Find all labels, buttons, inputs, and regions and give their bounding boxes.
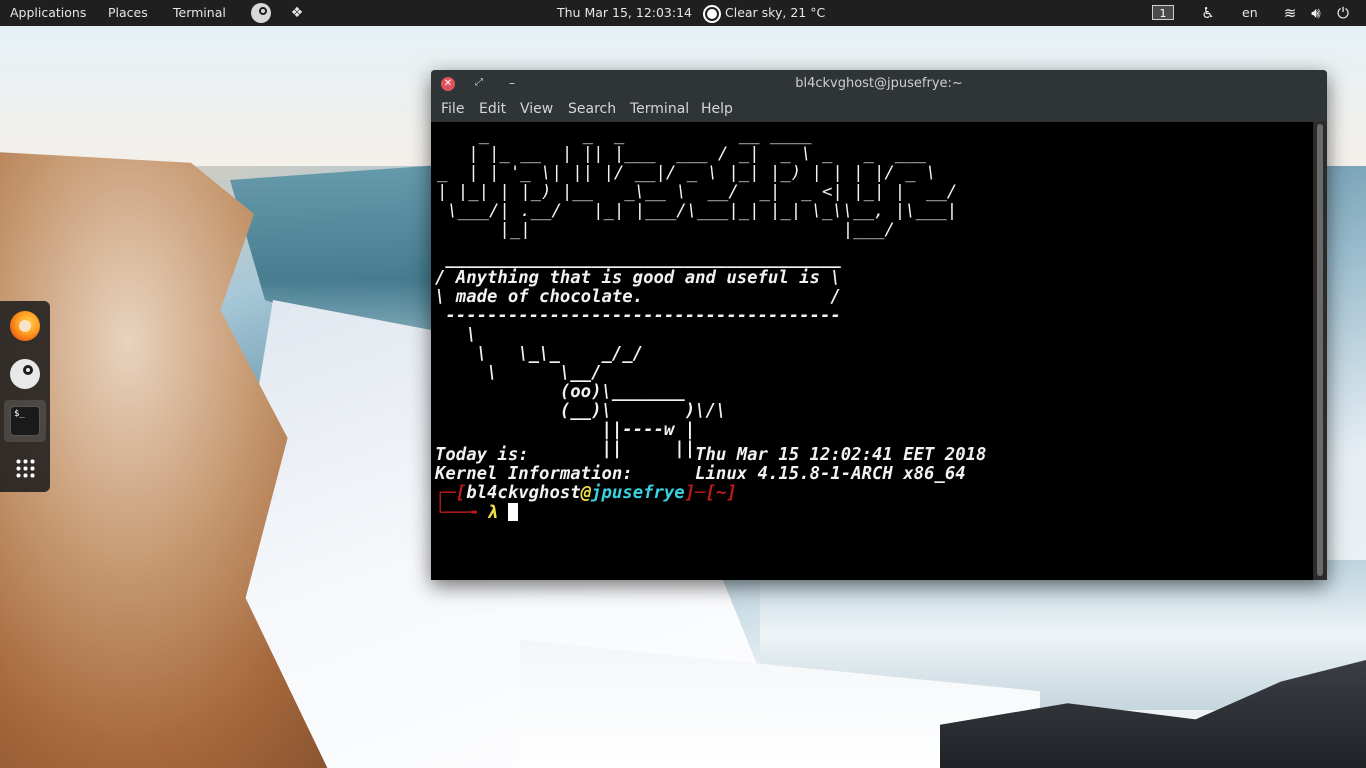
clock[interactable]: Thu Mar 15, 12:03:14 (557, 0, 692, 26)
window-titlebar[interactable]: ✕ ⤢ – bl4ckvghost@jpusefrye:~ (431, 70, 1327, 98)
terminal-window: ✕ ⤢ – bl4ckvghost@jpusefrye:~ File Edit … (431, 70, 1327, 580)
today-label: Today is: (435, 445, 529, 465)
dock-steam[interactable] (4, 353, 46, 395)
places-menu[interactable]: Places (108, 0, 148, 26)
menu-search[interactable]: Search (568, 98, 616, 120)
today-value: Thu Mar 15 12:02:41 EET 2018 (695, 445, 987, 465)
menu-bar: File Edit View Search Terminal Help (431, 98, 1327, 122)
applications-menu[interactable]: Applications (10, 0, 86, 26)
prompt-at: @ (580, 483, 592, 503)
menu-terminal[interactable]: Terminal (630, 98, 689, 120)
dash-to-dock: $_ (0, 301, 50, 492)
app-grid-icon (15, 458, 35, 478)
dropbox-icon[interactable]: ❖ (289, 5, 305, 21)
workspace-indicator[interactable]: 1 (1152, 5, 1174, 20)
terminal-scrollbar[interactable] (1313, 122, 1327, 580)
kernel-label: Kernel Information: (435, 464, 633, 484)
system-info: Today is: Thu Mar 15 12:02:41 EET 2018 K… (435, 446, 986, 484)
firefox-icon (10, 311, 40, 341)
wifi-icon[interactable]: ≋ (1280, 3, 1300, 23)
volume-icon[interactable]: 🔊︎ (1306, 3, 1326, 23)
menu-edit[interactable]: Edit (479, 98, 506, 120)
menu-view[interactable]: View (520, 98, 553, 120)
menu-help[interactable]: Help (701, 98, 733, 120)
dock-terminal[interactable]: $_ (4, 400, 46, 442)
prompt-host: jpusefrye (591, 483, 685, 503)
top-panel: Applications Places Terminal ❖ Thu Mar 1… (0, 0, 1366, 26)
prompt-lambda: λ (487, 503, 498, 523)
text-cursor[interactable] (507, 503, 518, 521)
weather-text: Clear sky, 21 °C (725, 5, 826, 20)
steam-icon (10, 359, 40, 389)
language-indicator[interactable]: en (1242, 0, 1258, 26)
dock-show-applications[interactable] (4, 447, 46, 489)
accessibility-icon[interactable]: ♿ (1198, 3, 1218, 23)
prompt-user: bl4ckvghost (466, 483, 581, 503)
dock-firefox[interactable] (4, 305, 46, 347)
terminal-app-menu[interactable]: Terminal (173, 0, 226, 26)
terminal-icon: $_ (10, 406, 40, 436)
scrollbar-thumb[interactable] (1317, 124, 1323, 576)
window-title: bl4ckvghost@jpusefrye:~ (795, 76, 963, 91)
weather-sun-icon (707, 8, 717, 19)
kernel-value: Linux 4.15.8-1-ARCH x86_64 (695, 464, 966, 484)
power-icon[interactable]: ⏻ (1333, 3, 1353, 23)
shell-prompt: ┌─[bl4ckvghost@jpusefrye]─[~] └──╼ λ (435, 483, 737, 523)
ascii-banner: _ _ _ __ ____ | |_ __ | || |___ ___ / _|… (437, 125, 958, 240)
cowsay-output: ______________________________________ /… (435, 249, 841, 459)
terminal-output[interactable]: _ _ _ __ ____ | |_ __ | || |___ ___ / _|… (431, 122, 1313, 580)
prompt-dir: ~ (715, 483, 727, 503)
steam-icon[interactable] (251, 3, 271, 23)
menu-file[interactable]: File (441, 98, 464, 120)
weather-indicator[interactable]: Clear sky, 21 °C (704, 0, 825, 26)
